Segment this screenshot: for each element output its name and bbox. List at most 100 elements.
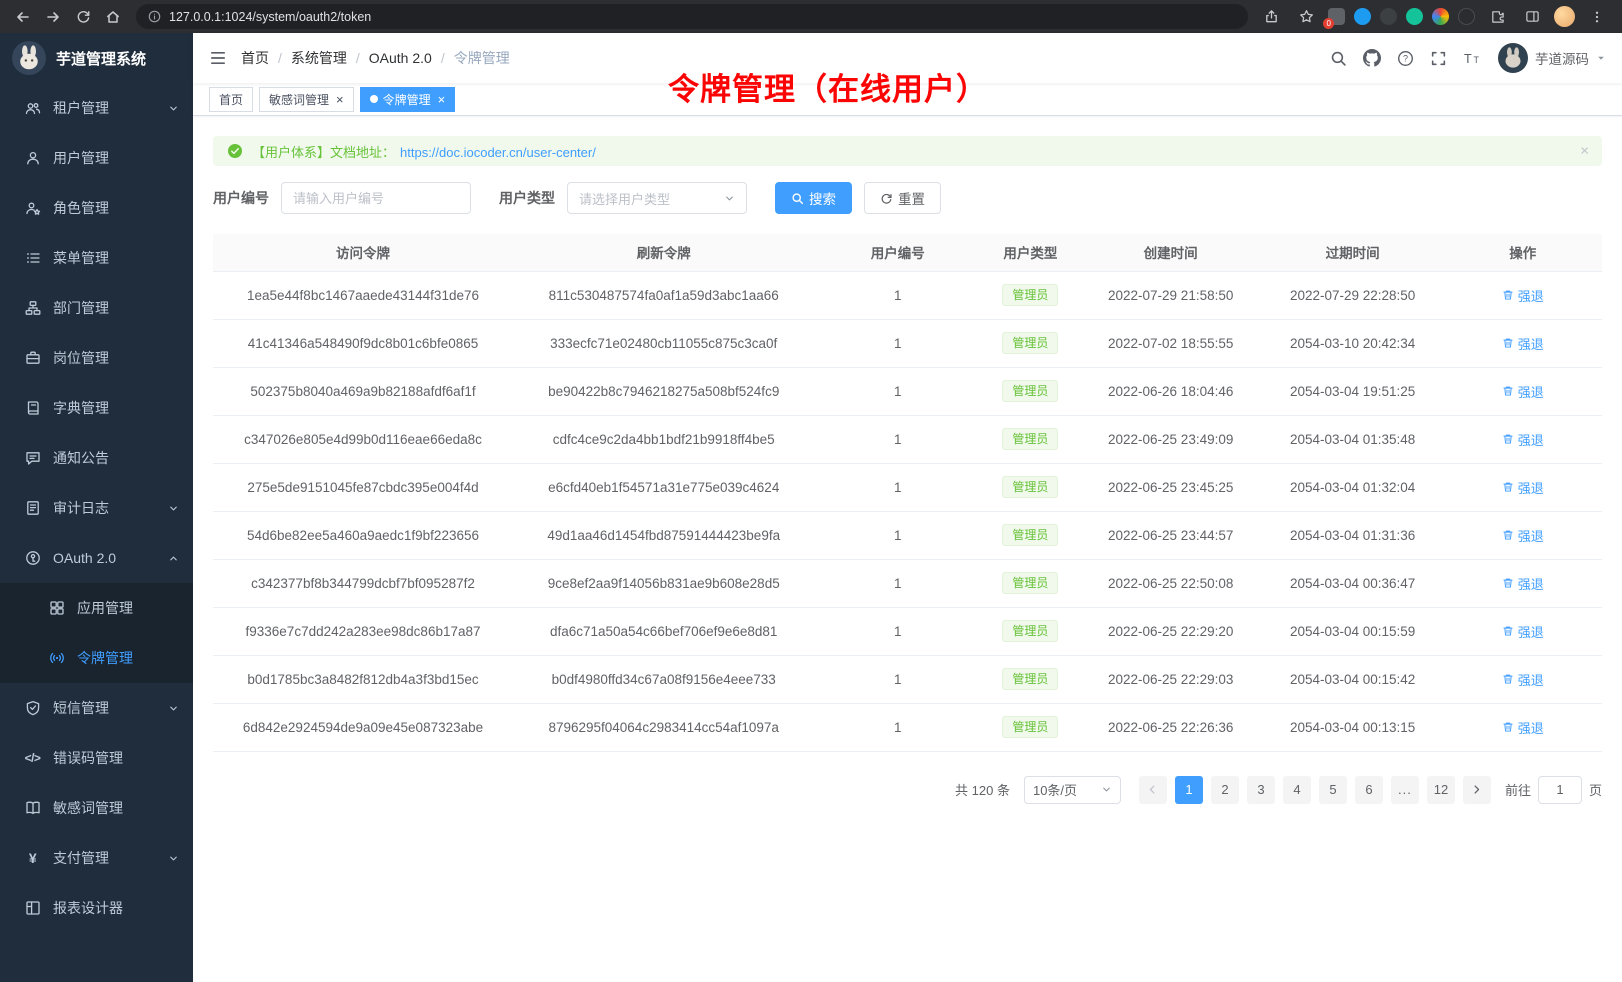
- breadcrumb-item[interactable]: 首页: [241, 48, 269, 68]
- extension-dark-icon[interactable]: [1380, 8, 1397, 25]
- bookmark-star-icon[interactable]: [1293, 4, 1319, 30]
- page-button-2[interactable]: 2: [1211, 776, 1239, 804]
- doc-link[interactable]: https://doc.iocoder.cn/user-center/: [400, 145, 596, 160]
- extension-dark2-icon[interactable]: [1458, 8, 1475, 25]
- sidebar-item[interactable]: ¥ 支付管理: [0, 833, 193, 883]
- extension-multicolor-icon[interactable]: [1432, 8, 1449, 25]
- sidebar-item[interactable]: 岗位管理: [0, 333, 193, 383]
- force-logout-button[interactable]: 强退: [1502, 574, 1544, 593]
- help-icon[interactable]: ?: [1397, 50, 1414, 67]
- url-bar[interactable]: 127.0.0.1:1024/system/oauth2/token: [136, 4, 1248, 29]
- sidebar-item[interactable]: </>错误码管理: [0, 733, 193, 783]
- alert-close-icon[interactable]: ×: [1580, 144, 1589, 159]
- force-logout-button[interactable]: 强退: [1502, 382, 1544, 401]
- prev-page-button[interactable]: [1139, 776, 1167, 804]
- page-size-select[interactable]: 10条/页: [1024, 776, 1121, 804]
- reload-icon[interactable]: [70, 4, 96, 30]
- sidebar-item[interactable]: OAuth 2.0: [0, 533, 193, 583]
- site-info-icon[interactable]: [148, 10, 161, 23]
- sidebar-item[interactable]: 审计日志: [0, 483, 193, 533]
- goto-page-input[interactable]: [1538, 776, 1582, 804]
- sidebar-item[interactable]: 应用管理: [0, 583, 193, 633]
- sidebar-item[interactable]: 令牌管理: [0, 633, 193, 683]
- column-header: 过期时间: [1262, 234, 1444, 271]
- action-cell: 强退: [1444, 319, 1602, 367]
- tab-item[interactable]: 首页: [209, 87, 253, 112]
- svg-text:T: T: [1474, 55, 1480, 65]
- force-logout-button[interactable]: 强退: [1502, 670, 1544, 689]
- app-logo[interactable]: 芋道管理系统: [0, 33, 193, 83]
- fullscreen-icon[interactable]: [1430, 50, 1447, 67]
- browser-profile-avatar[interactable]: [1554, 6, 1575, 27]
- force-logout-button[interactable]: 强退: [1502, 286, 1544, 305]
- force-logout-button[interactable]: 强退: [1502, 622, 1544, 641]
- tab-item[interactable]: 敏感词管理×: [259, 87, 354, 112]
- force-logout-button[interactable]: 强退: [1502, 430, 1544, 449]
- page-button-1[interactable]: 1: [1175, 776, 1203, 804]
- user-type-badge: 管理员: [1002, 716, 1058, 738]
- font-size-icon[interactable]: TT: [1463, 50, 1482, 67]
- page-button-5[interactable]: 5: [1319, 776, 1347, 804]
- sidebar-item[interactable]: 短信管理: [0, 683, 193, 733]
- goto-label: 前往: [1505, 780, 1531, 799]
- page-button-4[interactable]: 4: [1283, 776, 1311, 804]
- logo-avatar: [12, 41, 46, 75]
- page-button-3[interactable]: 3: [1247, 776, 1275, 804]
- sidebar-item[interactable]: 字典管理: [0, 383, 193, 433]
- sidebar-item[interactable]: 角色管理: [0, 183, 193, 233]
- force-logout-label: 强退: [1518, 670, 1544, 689]
- extension-grid-icon[interactable]: 0: [1328, 8, 1345, 25]
- sidebar-item-label: 菜单管理: [53, 248, 179, 268]
- github-icon[interactable]: [1363, 49, 1381, 67]
- search-icon[interactable]: [1330, 50, 1347, 67]
- next-page-button[interactable]: [1463, 776, 1491, 804]
- force-logout-button[interactable]: 强退: [1502, 334, 1544, 353]
- user-menu[interactable]: 芋道源码: [1498, 43, 1606, 73]
- page-button-12[interactable]: 12: [1427, 776, 1455, 804]
- breadcrumb-item[interactable]: 令牌管理: [454, 48, 510, 68]
- home-icon[interactable]: [100, 4, 126, 30]
- sidebar-item[interactable]: 用户管理: [0, 133, 193, 183]
- search-button[interactable]: 搜索: [775, 182, 852, 214]
- extension-green-icon[interactable]: [1406, 8, 1423, 25]
- sidebar-item-label: 支付管理: [53, 848, 156, 868]
- sidebar-item[interactable]: 菜单管理: [0, 233, 193, 283]
- close-icon[interactable]: ×: [336, 93, 344, 106]
- user-id-cell: 1: [814, 607, 981, 655]
- force-logout-button[interactable]: 强退: [1502, 478, 1544, 497]
- sidebar-item[interactable]: 部门管理: [0, 283, 193, 333]
- more-pages-button[interactable]: ...: [1391, 776, 1419, 804]
- expire-time-cell: 2022-07-29 22:28:50: [1262, 271, 1444, 319]
- sidebar-item[interactable]: 通知公告: [0, 433, 193, 483]
- extension-blue-icon[interactable]: [1354, 8, 1371, 25]
- sidebar-item[interactable]: 租户管理: [0, 83, 193, 133]
- forward-icon[interactable]: [40, 4, 66, 30]
- sidebar-item[interactable]: 敏感词管理: [0, 783, 193, 833]
- browser-menu-icon[interactable]: [1584, 4, 1610, 30]
- user-id-input[interactable]: [281, 182, 471, 214]
- tab-item[interactable]: 令牌管理×: [360, 87, 456, 112]
- breadcrumb-item[interactable]: 系统管理: [291, 48, 347, 68]
- sidebar: 芋道管理系统 租户管理用户管理角色管理菜单管理部门管理岗位管理字典管理通知公告审…: [0, 33, 193, 982]
- breadcrumb-item[interactable]: OAuth 2.0: [369, 50, 432, 66]
- chevron-down-icon: [168, 553, 179, 564]
- table-header-row: 访问令牌刷新令牌用户编号用户类型创建时间过期时间操作: [213, 234, 1602, 271]
- action-cell: 强退: [1444, 655, 1602, 703]
- sms-icon: [24, 700, 41, 716]
- refresh-token-cell: 333ecfc71e02480cb11055c875c3ca0f: [513, 319, 814, 367]
- close-icon[interactable]: ×: [438, 93, 446, 106]
- sidebar-split-icon[interactable]: [1519, 4, 1545, 30]
- user-type-select[interactable]: 请选择用户类型: [567, 182, 747, 214]
- pay-icon: ¥: [24, 850, 41, 866]
- hamburger-icon[interactable]: [209, 49, 227, 67]
- back-icon[interactable]: [10, 4, 36, 30]
- extensions-puzzle-icon[interactable]: [1484, 4, 1510, 30]
- sidebar-item[interactable]: 报表设计器: [0, 883, 193, 933]
- page-button-6[interactable]: 6: [1355, 776, 1383, 804]
- report-icon: [24, 900, 41, 916]
- force-logout-button[interactable]: 强退: [1502, 526, 1544, 545]
- share-icon[interactable]: [1258, 4, 1284, 30]
- action-cell: 强退: [1444, 607, 1602, 655]
- reset-button[interactable]: 重置: [864, 182, 941, 214]
- force-logout-button[interactable]: 强退: [1502, 718, 1544, 737]
